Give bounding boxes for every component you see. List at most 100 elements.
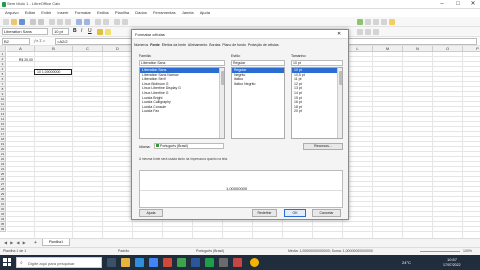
italic-icon[interactable]: I xyxy=(81,28,82,34)
menu-ferramentas[interactable]: Ferramentas xyxy=(153,10,176,15)
column-header[interactable]: A xyxy=(7,46,35,52)
family-input[interactable]: Liberation Sans xyxy=(139,60,225,66)
menu-exibir[interactable]: Exibir xyxy=(41,10,51,15)
family-scrollbar[interactable] xyxy=(219,68,224,138)
menu-ajuda[interactable]: Ajuda xyxy=(200,10,210,15)
recorder-icon[interactable] xyxy=(233,258,242,267)
open-icon[interactable] xyxy=(11,19,17,25)
style-option[interactable]: Itálico Negrito xyxy=(232,82,284,87)
features-button[interactable]: Recursos... xyxy=(303,143,343,150)
chrome-icon[interactable] xyxy=(149,258,158,267)
paste-icon[interactable] xyxy=(65,19,71,25)
menu-formatar[interactable]: Formatar xyxy=(75,10,91,15)
style-input[interactable]: Regular xyxy=(231,60,285,66)
tab-fonte[interactable]: Fonte xyxy=(150,43,160,47)
column-header[interactable]: N xyxy=(403,46,433,52)
row-icon[interactable] xyxy=(114,19,120,25)
bold-icon[interactable]: B xyxy=(73,28,77,34)
cell-a2[interactable]: R$ 20,00 xyxy=(7,58,34,63)
column-icon[interactable] xyxy=(122,19,128,25)
undo-icon[interactable] xyxy=(76,19,82,25)
print-icon[interactable] xyxy=(38,19,44,25)
tab-efeitos-da-fonte[interactable]: Efeitos da fonte xyxy=(162,43,186,47)
reset-button[interactable]: Redefinir xyxy=(252,209,277,217)
family-scroll-thumb[interactable] xyxy=(221,71,224,85)
highlight-icon[interactable] xyxy=(105,29,111,35)
font-name-box[interactable]: Liberation Sans xyxy=(2,28,48,35)
size-scrollbar[interactable] xyxy=(337,68,342,138)
special-char-icon[interactable] xyxy=(373,19,379,25)
comment-icon[interactable] xyxy=(389,19,395,25)
style-list[interactable]: Regular Negrito Itálico Itálico Negrito xyxy=(231,67,285,139)
weather-icon[interactable] xyxy=(250,258,259,267)
word-icon[interactable] xyxy=(191,258,200,267)
cell-b2-editing[interactable]: 10 1,00000000 xyxy=(34,69,72,75)
close-button[interactable]: ✕ xyxy=(467,0,479,8)
sheet-tab-planilha1[interactable]: Planilha1 xyxy=(42,239,70,246)
underline-icon[interactable]: U xyxy=(88,28,92,34)
border-icon[interactable] xyxy=(357,29,363,35)
task-view-icon[interactable] xyxy=(107,258,116,267)
ok-button[interactable]: OK xyxy=(284,209,306,217)
menu-dados[interactable]: Dados xyxy=(135,10,147,15)
maximize-button[interactable]: □ xyxy=(452,0,464,8)
edge-icon[interactable] xyxy=(135,258,144,267)
family-option[interactable]: Lucida Fax xyxy=(140,109,224,114)
tab-plano-de-fundo[interactable]: Plano de fundo xyxy=(222,43,246,47)
libreoffice-calc-icon[interactable] xyxy=(205,258,214,267)
app-icon[interactable] xyxy=(219,258,228,267)
tab-bordas[interactable]: Bordas xyxy=(209,43,220,47)
size-option[interactable]: 20 pt xyxy=(292,109,342,114)
function-wizard-icon[interactable]: ƒx Σ = xyxy=(34,38,45,43)
dialog-close-icon[interactable]: ✕ xyxy=(337,31,341,37)
find-icon[interactable] xyxy=(95,19,101,25)
font-color-icon[interactable] xyxy=(97,29,103,35)
menu-estilos[interactable]: Estilos xyxy=(97,10,109,15)
tab-protecao[interactable]: Proteção de células xyxy=(248,43,279,47)
menu-janela[interactable]: Janela xyxy=(182,10,194,15)
column-header[interactable]: C xyxy=(73,46,103,52)
windows-start-icon[interactable] xyxy=(3,258,11,266)
name-box[interactable]: B2 xyxy=(2,38,30,45)
column-header[interactable]: B xyxy=(35,46,73,52)
file-explorer-icon[interactable] xyxy=(121,258,130,267)
size-list[interactable]: 10 pt 10,5 pt 11 pt 12 pt 13 pt 14 pt 15 pt 16 … xyxy=(291,67,343,139)
chart-icon[interactable] xyxy=(357,19,363,25)
taskbar-search[interactable]: ⌕ Digite aqui para pesquisar xyxy=(16,257,102,268)
font-size-box[interactable]: 10 pt xyxy=(52,28,69,35)
pivot-icon[interactable] xyxy=(365,19,371,25)
link-icon[interactable] xyxy=(381,19,387,25)
menu-arquivo[interactable]: Arquivo xyxy=(5,10,19,15)
size-input[interactable]: 10 pt xyxy=(291,60,343,66)
add-sheet-icon[interactable]: + xyxy=(34,240,37,246)
export-pdf-icon[interactable] xyxy=(30,19,36,25)
spellcheck-icon[interactable] xyxy=(103,19,109,25)
border-style-icon[interactable] xyxy=(365,29,371,35)
menu-planilha[interactable]: Planilha xyxy=(115,10,129,15)
save-icon[interactable] xyxy=(19,19,25,25)
copy-icon[interactable] xyxy=(57,19,63,25)
menu-inserir[interactable]: Inserir xyxy=(57,10,68,15)
sheet-nav-icon[interactable]: ◀ ▶ ◀ ▶ xyxy=(4,240,27,245)
cancel-button[interactable]: Cancelar xyxy=(312,209,341,217)
redo-icon[interactable] xyxy=(84,19,90,25)
cut-icon[interactable] xyxy=(49,19,55,25)
column-header[interactable]: M xyxy=(373,46,403,52)
zoom-slider[interactable] xyxy=(420,251,460,252)
column-header[interactable]: D xyxy=(103,46,133,52)
column-header[interactable]: P xyxy=(463,46,480,52)
family-list[interactable]: Liberation Sans Liberation Sans Narrow Lib… xyxy=(139,67,225,139)
tab-alinhamento[interactable]: Alinhamento xyxy=(188,43,207,47)
language-select[interactable]: Português (Brasil) xyxy=(154,143,224,149)
tab-numeros[interactable]: Números xyxy=(134,43,148,47)
conditional-format-icon[interactable] xyxy=(373,29,379,35)
column-header[interactable]: O xyxy=(433,46,463,52)
size-scroll-thumb[interactable] xyxy=(339,71,342,85)
minimize-button[interactable]: – xyxy=(436,0,448,8)
excel-icon[interactable] xyxy=(177,258,186,267)
office-icon[interactable] xyxy=(163,258,172,267)
menu-editar[interactable]: Editar xyxy=(25,10,35,15)
new-icon[interactable] xyxy=(3,19,9,25)
row-header[interactable]: 36 xyxy=(0,227,6,232)
help-button[interactable]: Ajuda xyxy=(139,209,163,217)
